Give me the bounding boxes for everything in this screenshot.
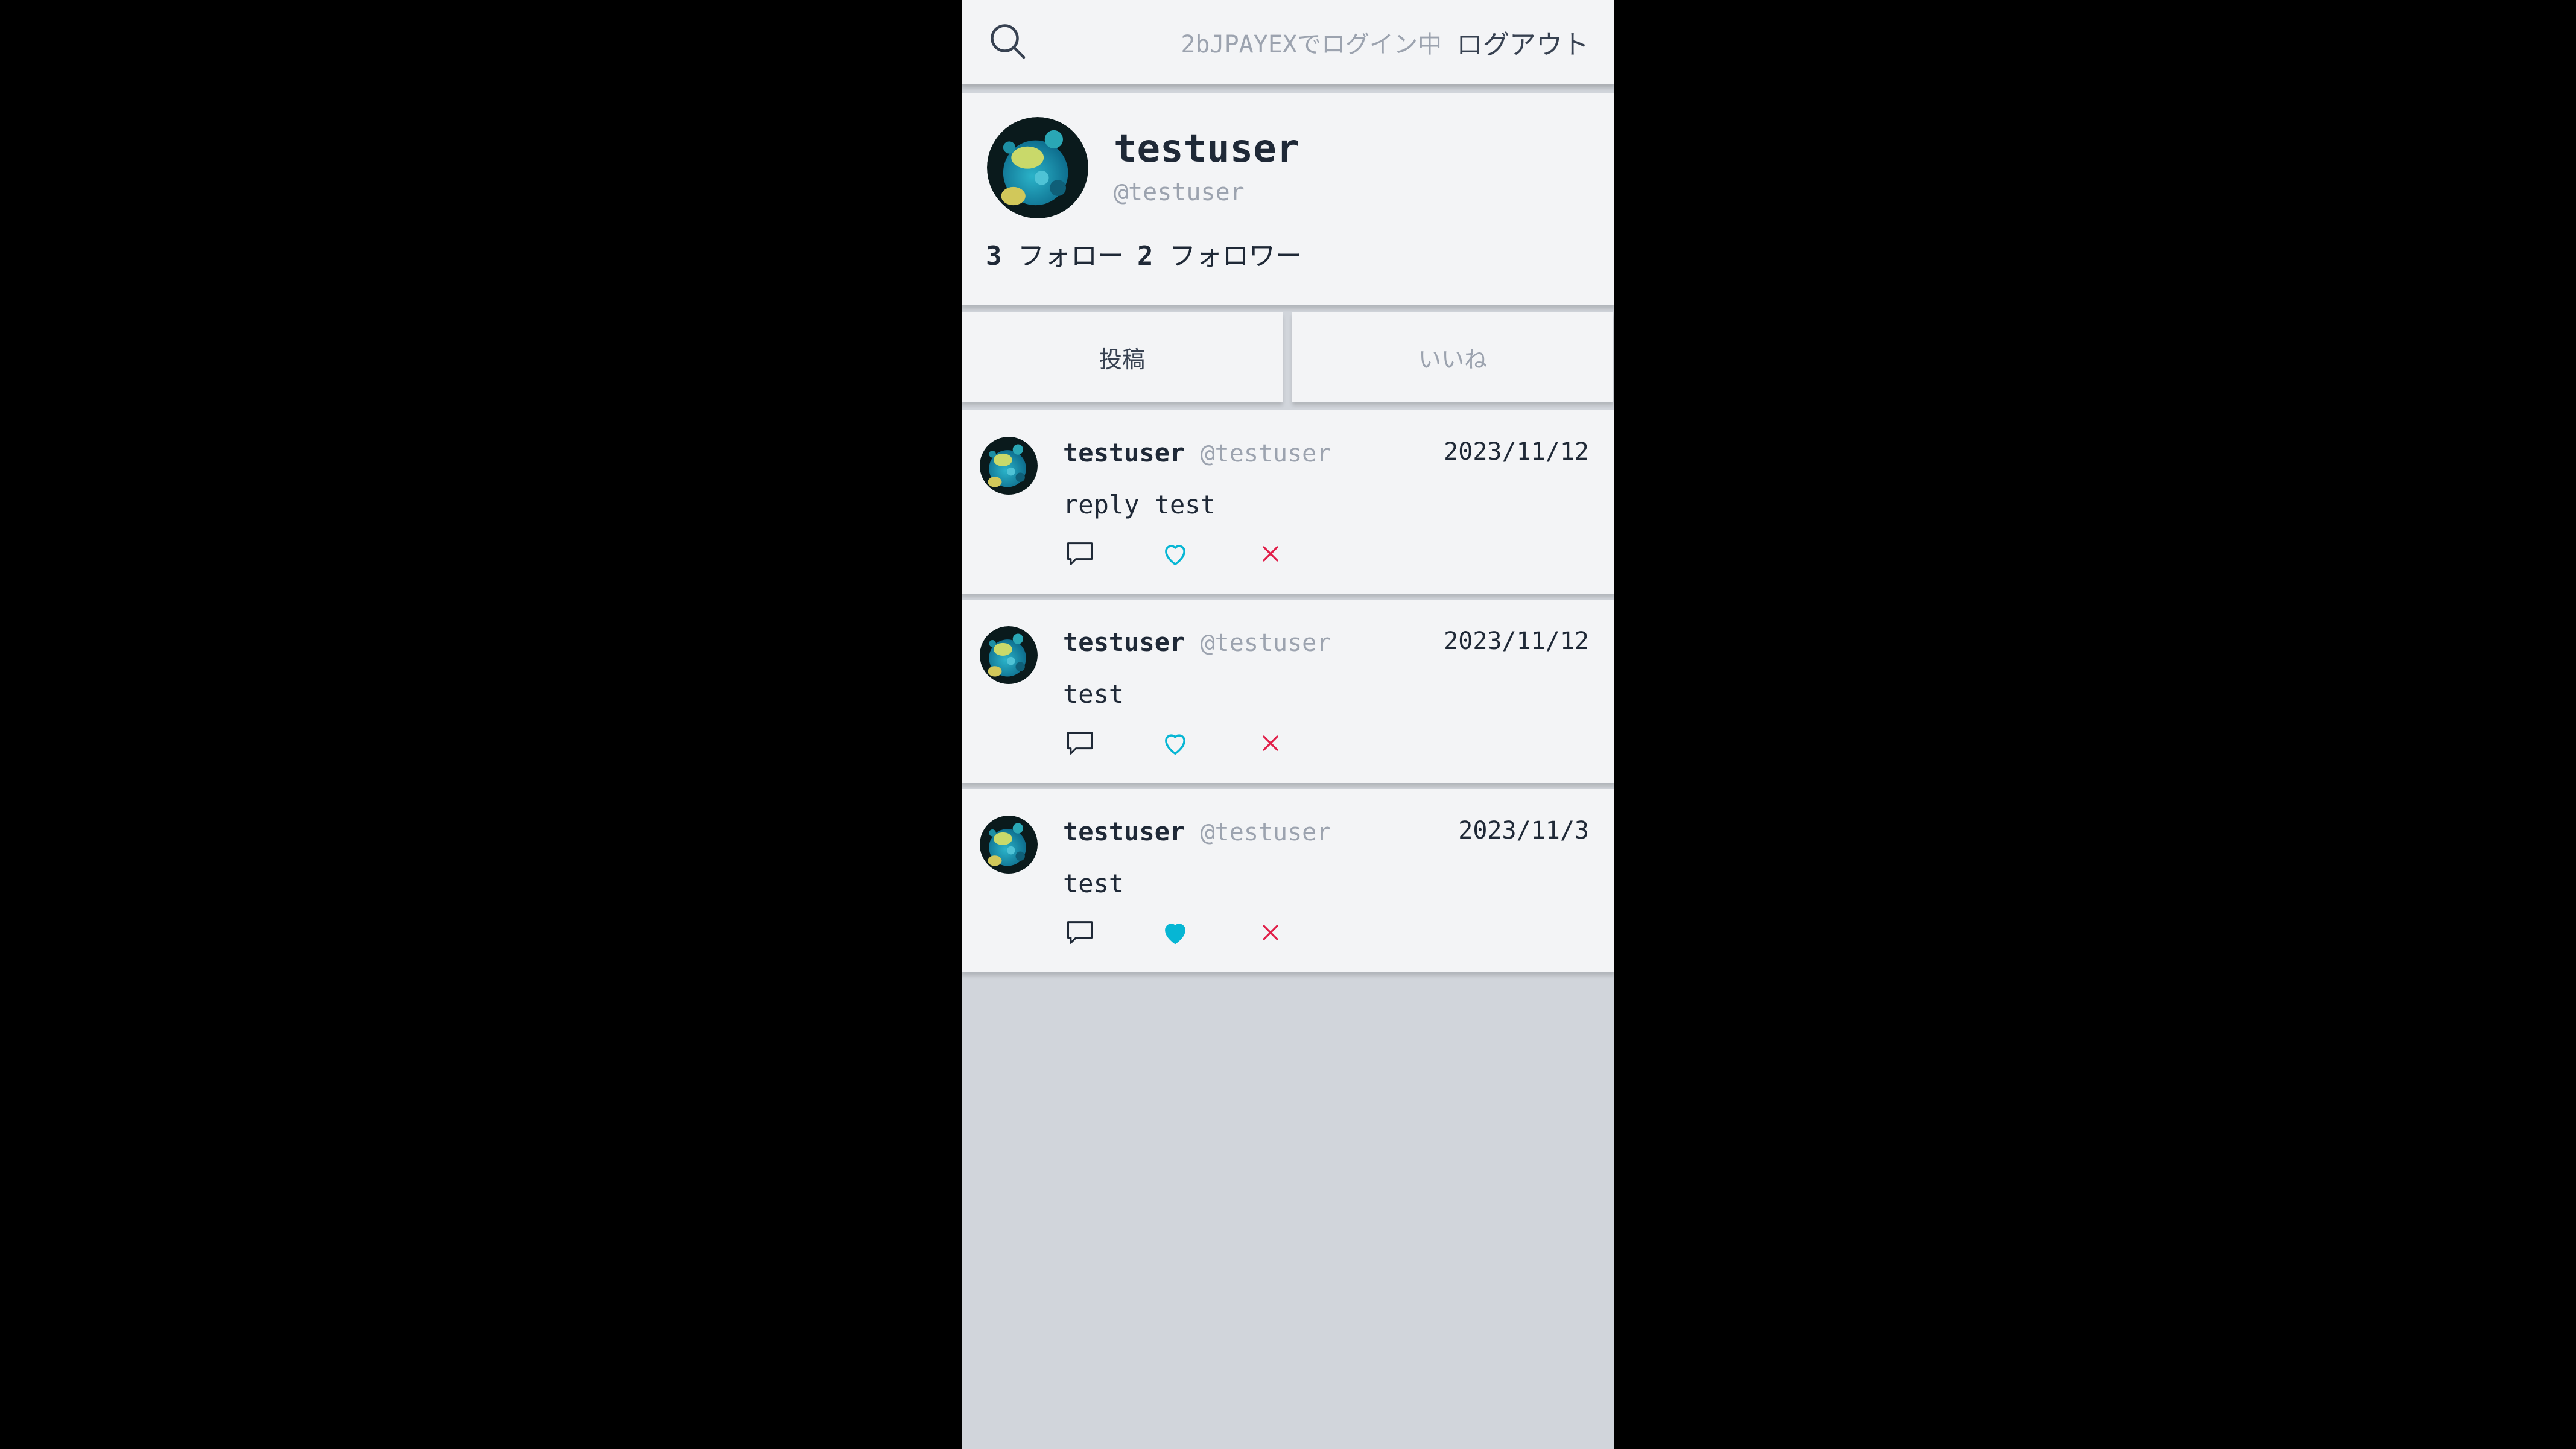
post-date: 2023/11/3 [1458, 817, 1589, 845]
reply-button[interactable] [1063, 537, 1097, 571]
profile-tabs: 投稿 いいね [962, 312, 1614, 402]
post-author-name: testuser [1063, 438, 1185, 468]
comment-icon [1067, 732, 1093, 755]
followers-link[interactable]: 2 フォロワー [1137, 234, 1302, 273]
followers-label: フォロワー [1169, 241, 1302, 271]
followers-count: 2 [1137, 241, 1153, 271]
like-button[interactable] [1158, 726, 1192, 760]
post-author-name: testuser [1063, 627, 1185, 657]
delete-button[interactable] [1254, 726, 1287, 760]
post-body: reply test [1063, 490, 1216, 519]
profile-handle: @testuser [1114, 179, 1245, 206]
heart-filled-icon [1165, 924, 1185, 945]
post-body: test [1063, 679, 1125, 709]
search-button[interactable] [986, 19, 1029, 65]
post-avatar[interactable] [980, 437, 1038, 495]
tab-posts[interactable]: 投稿 [962, 312, 1283, 402]
search-icon[interactable] [986, 19, 1029, 63]
reply-button[interactable] [1063, 726, 1097, 760]
post-author-handle: @testuser [1200, 819, 1331, 846]
delete-button[interactable] [1254, 537, 1287, 571]
logout-button[interactable]: ログアウト [1456, 23, 1589, 62]
post-author: testuser @testuser [1063, 817, 1331, 846]
profile-card: testuser @testuser 3 フォロー 2 フォロワー [962, 93, 1614, 305]
tab-likes[interactable]: いいね [1292, 312, 1613, 402]
post-avatar[interactable] [980, 626, 1038, 684]
close-icon [1263, 546, 1278, 562]
post-date: 2023/11/12 [1444, 438, 1589, 466]
comment-icon [1067, 542, 1093, 565]
close-icon [1263, 925, 1278, 940]
post-item[interactable]: testuser @testuser 2023/11/12 reply test [962, 410, 1614, 594]
post-author-name: testuser [1063, 817, 1185, 846]
login-status: 2bJPAYEXでログイン中 [1181, 31, 1442, 59]
post-date: 2023/11/12 [1444, 627, 1589, 655]
profile-display-name: testuser [1114, 127, 1300, 171]
heart-icon [1165, 545, 1185, 566]
following-label: フォロー [1018, 241, 1124, 271]
post-actions [1063, 916, 1287, 950]
heart-icon [1165, 734, 1185, 755]
post-actions [1063, 537, 1287, 571]
account-area: 2bJPAYEXでログイン中 ログアウト [1181, 23, 1589, 62]
post-author: testuser @testuser [1063, 438, 1331, 468]
app-screen: 2bJPAYEXでログイン中 ログアウト testuser @testuser … [962, 0, 1614, 1449]
following-link[interactable]: 3 フォロー [986, 234, 1124, 273]
comment-icon [1067, 921, 1093, 944]
post-author-handle: @testuser [1200, 440, 1331, 468]
post-author-handle: @testuser [1200, 629, 1331, 657]
post-actions [1063, 726, 1287, 760]
like-button[interactable] [1158, 537, 1192, 571]
like-button[interactable] [1158, 916, 1192, 950]
follow-stats: 3 フォロー 2 フォロワー [986, 234, 1302, 273]
close-icon [1263, 735, 1278, 751]
following-count: 3 [986, 241, 1002, 271]
profile-avatar [987, 117, 1088, 218]
post-body: test [1063, 869, 1125, 898]
post-item[interactable]: testuser @testuser 2023/11/12 test [962, 600, 1614, 783]
delete-button[interactable] [1254, 916, 1287, 950]
post-avatar[interactable] [980, 816, 1038, 874]
post-item[interactable]: testuser @testuser 2023/11/3 test [962, 789, 1614, 972]
post-author: testuser @testuser [1063, 627, 1331, 657]
reply-button[interactable] [1063, 916, 1097, 950]
top-bar: 2bJPAYEXでログイン中 ログアウト [962, 0, 1614, 84]
